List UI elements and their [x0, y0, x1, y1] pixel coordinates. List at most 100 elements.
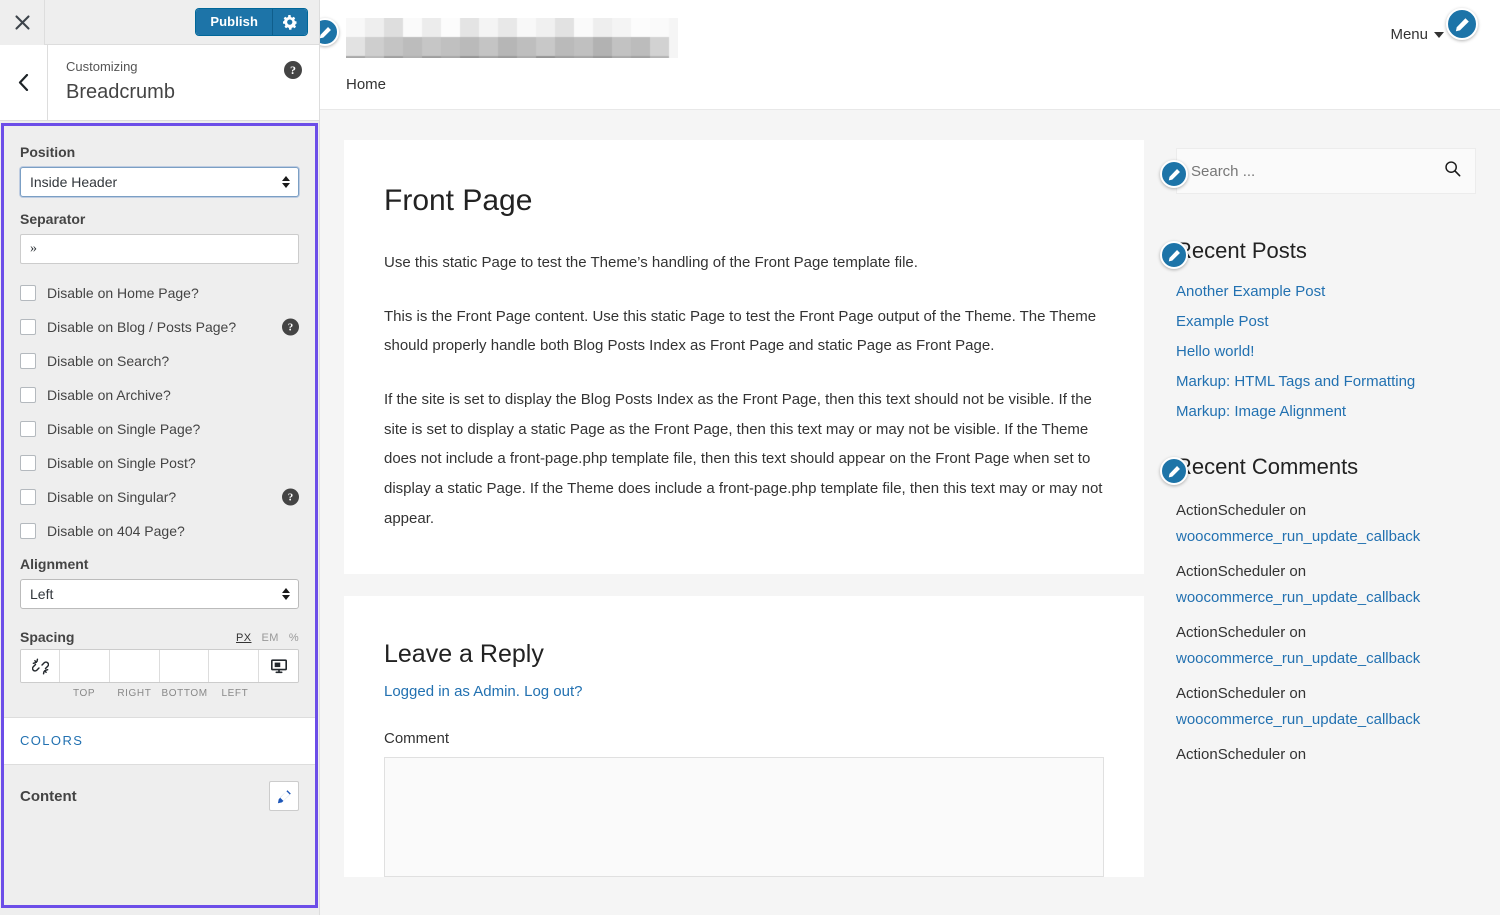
comment-textarea[interactable] [384, 756, 1104, 877]
comment-post-link[interactable]: woocommerce_run_update_callback [1176, 584, 1476, 611]
breadcrumb[interactable]: Home [346, 76, 386, 93]
pencil-icon[interactable] [1160, 160, 1188, 188]
pencil-icon[interactable] [1160, 241, 1188, 269]
menu-toggle[interactable]: Menu [1390, 26, 1444, 43]
leave-a-reply-title: Leave a Reply [384, 639, 544, 668]
position-control: Position Inside Header [4, 126, 315, 197]
spacing-input-grid [20, 649, 299, 683]
comment-author: ActionScheduler on [1176, 746, 1307, 763]
gear-icon[interactable] [273, 9, 307, 35]
recent-post-link[interactable]: Example Post [1176, 313, 1269, 330]
comment-field-label: Comment [384, 729, 450, 747]
unit-em[interactable]: EM [262, 632, 279, 644]
checkbox-box[interactable] [20, 455, 36, 471]
spacing-input-bottom[interactable] [159, 650, 210, 682]
recent-posts-title: Recent Posts [1176, 238, 1307, 263]
chevron-down-icon [1434, 31, 1444, 38]
comment-author: ActionScheduler on [1176, 502, 1307, 519]
front-page-paragraph-3: If the site is set to display the Blog P… [384, 391, 1103, 527]
spacing-input-left[interactable] [209, 650, 259, 682]
spacing-input-top[interactable] [60, 650, 110, 682]
alignment-control: Alignment Left [4, 548, 315, 609]
position-select[interactable]: Inside Header [20, 167, 299, 197]
checkbox-label: Disable on Home Page? [47, 285, 199, 301]
site-header: Home Menu [320, 0, 1500, 110]
help-icon[interactable]: ? [282, 488, 299, 506]
checkbox-box[interactable] [20, 285, 36, 301]
front-page-paragraph-2: This is the Front Page content. Use this… [384, 307, 1097, 355]
main-content-column: Front Page Use this static Page to test … [344, 140, 1144, 899]
spacing-control: Spacing PX EM % TOP RIGHT BOTTOM LEFT [4, 623, 315, 717]
checkbox-label: Disable on Single Page? [47, 421, 201, 437]
front-page-title: Front Page [384, 184, 533, 217]
checkbox-box[interactable] [20, 421, 36, 437]
unit-percent[interactable]: % [289, 632, 299, 644]
desktop-icon[interactable] [259, 650, 298, 682]
recent-post-link[interactable]: Another Example Post [1176, 283, 1325, 300]
log-out-link[interactable]: Log out? [524, 683, 582, 700]
checkbox-box[interactable] [20, 319, 36, 335]
front-page-card: Front Page Use this static Page to test … [344, 140, 1144, 574]
checkbox-disable-home-page[interactable]: Disable on Home Page? [20, 276, 299, 310]
pencil-icon[interactable] [1160, 457, 1188, 485]
list-item: ActionScheduler on woocommerce_run_updat… [1176, 499, 1476, 550]
checkbox-disable-singular[interactable]: Disable on Singular? ? [20, 480, 299, 514]
recent-post-link[interactable]: Hello world! [1176, 343, 1254, 360]
spacing-input-right[interactable] [109, 650, 160, 682]
separator-input[interactable]: » [20, 234, 299, 264]
pencil-icon[interactable] [320, 18, 339, 46]
customizer-topbar: Publish [0, 0, 319, 45]
chevron-left-icon[interactable] [0, 45, 48, 120]
alignment-select-wrap: Left [20, 579, 299, 609]
recent-post-link[interactable]: Markup: Image Alignment [1176, 403, 1346, 420]
customizer-panel-header: Customizing Breadcrumb ? [0, 45, 319, 121]
publish-button[interactable]: Publish [196, 9, 273, 35]
comment-post-link[interactable]: woocommerce_run_update_callback [1176, 706, 1476, 733]
spacing-label-spacer [260, 683, 299, 699]
comment-post-link[interactable]: woocommerce_run_update_callback [1176, 523, 1476, 550]
checkbox-label: Disable on 404 Page? [47, 523, 185, 539]
checkbox-box[interactable] [20, 387, 36, 403]
recent-posts-widget: Recent Posts Another Example Post Exampl… [1160, 238, 1476, 421]
checkbox-box[interactable] [20, 489, 36, 505]
comment-post-link[interactable]: woocommerce_run_update_callback [1176, 645, 1476, 672]
help-icon[interactable]: ? [282, 318, 299, 336]
close-icon[interactable] [0, 0, 45, 45]
help-icon[interactable]: ? [284, 61, 302, 79]
disable-checkbox-group: Disable on Home Page? Disable on Blog / … [4, 276, 315, 548]
search-icon[interactable] [1444, 160, 1461, 182]
checkbox-label: Disable on Singular? [47, 489, 177, 505]
section-content: Content [4, 765, 315, 827]
menu-label: Menu [1390, 26, 1428, 43]
recent-post-link[interactable]: Markup: HTML Tags and Formatting [1176, 373, 1415, 390]
checkbox-disable-single-post[interactable]: Disable on Single Post? [20, 446, 299, 480]
search-widget[interactable]: Search ... [1176, 148, 1476, 194]
recent-comments-widget: Recent Comments ActionScheduler on wooco… [1160, 454, 1476, 767]
checkbox-disable-single-page[interactable]: Disable on Single Page? [20, 412, 299, 446]
checkbox-label: Disable on Blog / Posts Page? [47, 319, 237, 335]
search-input[interactable]: Search ... [1191, 163, 1444, 180]
logged-in-text: Logged in as Admin. [384, 682, 520, 700]
separator-label: Separator [20, 211, 86, 227]
preview-sidebar-column: Search ... Recent Posts Another Example … [1160, 140, 1476, 899]
checkbox-box[interactable] [20, 353, 36, 369]
checkbox-label: Disable on Search? [47, 353, 170, 369]
comment-author: ActionScheduler on [1176, 624, 1307, 641]
pencil-icon[interactable] [269, 781, 299, 811]
checkbox-disable-404-page[interactable]: Disable on 404 Page? [20, 514, 299, 548]
section-content-label: Content [20, 787, 77, 805]
alignment-label: Alignment [20, 556, 89, 572]
pencil-icon[interactable] [1446, 8, 1478, 40]
checkbox-disable-blog-posts-page[interactable]: Disable on Blog / Posts Page? ? [20, 310, 299, 344]
checkbox-disable-search[interactable]: Disable on Search? [20, 344, 299, 378]
focused-section-outline: Position Inside Header Separator » Disab… [1, 123, 318, 908]
unit-px[interactable]: PX [236, 632, 251, 644]
unlink-icon[interactable] [21, 650, 60, 682]
preview-body: Front Page Use this static Page to test … [320, 110, 1500, 899]
checkbox-label: Disable on Single Post? [47, 455, 196, 471]
alignment-select[interactable]: Left [20, 579, 299, 609]
section-colors[interactable]: COLORS [4, 717, 315, 765]
recent-posts-list: Another Example Post Example Post Hello … [1176, 283, 1476, 421]
checkbox-box[interactable] [20, 523, 36, 539]
checkbox-disable-archive[interactable]: Disable on Archive? [20, 378, 299, 412]
